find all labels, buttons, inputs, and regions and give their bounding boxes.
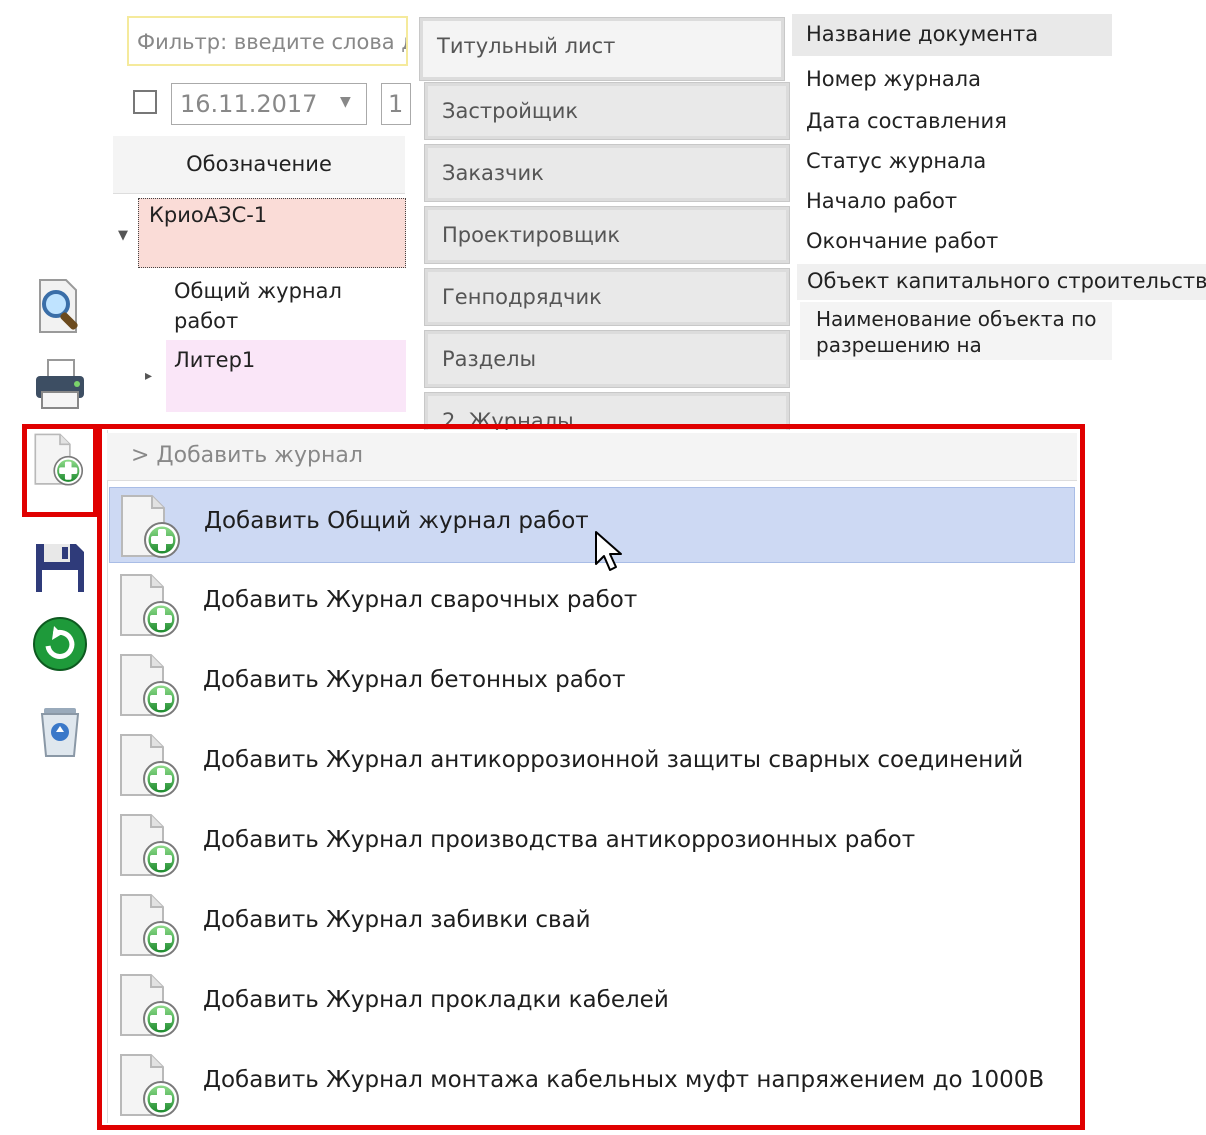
tab-designer[interactable]: Проектировщик xyxy=(424,206,790,264)
mouse-cursor-icon xyxy=(595,531,622,571)
tab-customer[interactable]: Заказчик xyxy=(424,144,790,202)
tab-title-page[interactable]: Титульный лист xyxy=(419,17,785,81)
tree-row[interactable]: Литер1 xyxy=(166,340,406,412)
refresh-icon[interactable] xyxy=(32,616,88,672)
field-date-created[interactable]: Дата составления xyxy=(806,109,1007,133)
recycle-bin-icon[interactable] xyxy=(32,702,88,758)
field-capital-construction-object[interactable]: Объект капитального строительства xyxy=(797,264,1206,300)
field-start-date[interactable]: Начало работ xyxy=(806,189,957,213)
chevron-down-icon[interactable]: ▼ xyxy=(340,94,351,110)
tab-developer[interactable]: Застройщик xyxy=(424,82,790,140)
tab-sections[interactable]: Разделы xyxy=(424,330,790,388)
date-field[interactable]: 16.11.2017 xyxy=(171,83,367,125)
field-document-name[interactable]: Название документа xyxy=(792,14,1112,56)
tree-row[interactable]: Общий журнал работ xyxy=(166,270,406,336)
date-field-secondary[interactable]: 1 xyxy=(381,83,411,125)
printer-icon[interactable] xyxy=(32,356,88,412)
column-header-designation[interactable]: Обозначение xyxy=(113,136,405,194)
filter-input[interactable]: Фильтр: введите слова дл xyxy=(127,16,408,66)
field-end-date[interactable]: Окончание работ xyxy=(806,229,998,253)
tree-row[interactable]: КриоАЗС-1 xyxy=(138,198,406,268)
save-icon[interactable] xyxy=(32,540,88,596)
highlight-frame-toolbar xyxy=(22,424,98,517)
search-icon[interactable] xyxy=(32,278,88,334)
highlight-frame-menu xyxy=(97,424,1085,1130)
tab-general-contractor[interactable]: Генподрядчик xyxy=(424,268,790,326)
field-journal-number[interactable]: Номер журнала xyxy=(806,67,981,91)
left-toolbar xyxy=(22,0,102,1135)
expand-arrow-icon[interactable]: ▼ xyxy=(118,228,128,243)
field-journal-status[interactable]: Статус журнала xyxy=(806,149,986,173)
date-checkbox[interactable] xyxy=(133,90,157,114)
field-object-name-permit[interactable]: Наименование объекта по разрешению на xyxy=(800,302,1112,360)
collapse-arrow-icon[interactable]: ▸ xyxy=(145,368,152,384)
